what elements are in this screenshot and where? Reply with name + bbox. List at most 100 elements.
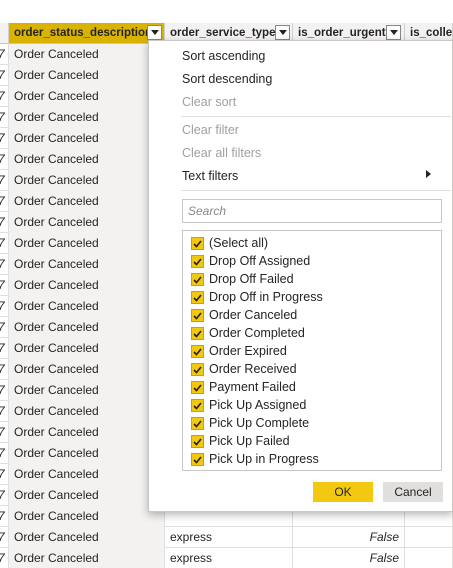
checkmark-icon bbox=[193, 329, 202, 338]
filter-search-input[interactable] bbox=[182, 199, 442, 223]
cell-truncated: 7 bbox=[0, 149, 9, 170]
checkbox[interactable] bbox=[191, 237, 204, 250]
cell-text: Order Canceled bbox=[14, 425, 99, 439]
cell-text: 7 bbox=[0, 152, 5, 166]
column-filter-dropdown-button[interactable] bbox=[275, 25, 290, 40]
cell-text: 7 bbox=[0, 404, 5, 418]
cell-order-status-description: Order Canceled bbox=[9, 191, 165, 212]
checkmark-icon bbox=[193, 257, 202, 266]
checkmark-icon bbox=[193, 239, 202, 248]
cell-truncated: 7 bbox=[0, 275, 9, 296]
cell-text: Order Canceled bbox=[14, 320, 99, 334]
submenu-arrow-icon bbox=[426, 170, 431, 178]
column-filter-dropdown-button[interactable] bbox=[147, 25, 162, 40]
filter-option-label: Order Canceled bbox=[209, 308, 298, 322]
column-header-label: order_status_description bbox=[14, 27, 153, 39]
column-filter-dropdown-button[interactable] bbox=[386, 25, 401, 40]
cell-text: 7 bbox=[0, 257, 5, 271]
filter-option-label: Pick Up Assigned bbox=[209, 398, 307, 412]
clear-filter-menu-item[interactable]: Clear filter bbox=[182, 123, 239, 137]
checkbox[interactable] bbox=[191, 345, 204, 358]
cell-order-status-description: Order Canceled bbox=[9, 359, 165, 380]
filter-values-list[interactable]: (Select all) Drop Off Assigned Drop Off Fa… bbox=[182, 230, 442, 471]
cell-text: 7 bbox=[0, 362, 5, 376]
cell-truncated: 7 bbox=[0, 380, 9, 401]
chevron-down-icon bbox=[389, 30, 398, 35]
checkbox[interactable] bbox=[191, 255, 204, 268]
cell-order-status-description: Order Canceled bbox=[9, 380, 165, 401]
checkbox[interactable] bbox=[191, 399, 204, 412]
cell-text: Order Canceled bbox=[14, 551, 99, 565]
cell-text: 7 bbox=[0, 173, 5, 187]
cell-text: Order Canceled bbox=[14, 131, 99, 145]
checkbox[interactable] bbox=[191, 435, 204, 448]
cell-text: False bbox=[369, 530, 399, 544]
chevron-down-icon bbox=[278, 30, 287, 35]
column-header-label: is_order_urgent bbox=[298, 27, 386, 39]
cell-text: 7 bbox=[0, 110, 5, 124]
checkmark-icon bbox=[193, 347, 202, 356]
clear-all-filters-menu-item[interactable]: Clear all filters bbox=[182, 146, 261, 160]
cell-order-service-type: express bbox=[165, 527, 293, 548]
cell-text: Order Canceled bbox=[14, 110, 99, 124]
column-filter-popup: Sort ascending Sort descending Clear sor… bbox=[148, 40, 453, 512]
cell-text: False bbox=[369, 551, 399, 565]
checkmark-icon bbox=[193, 293, 202, 302]
cell-order-status-description: Order Canceled bbox=[9, 254, 165, 275]
cell-truncated: 7 bbox=[0, 401, 9, 422]
cell-order-status-description: Order Canceled bbox=[9, 443, 165, 464]
cell-is-collect bbox=[405, 527, 453, 548]
text-filters-menu-item[interactable]: Text filters bbox=[182, 169, 238, 183]
cell-text: 7 bbox=[0, 530, 5, 544]
cell-text: Order Canceled bbox=[14, 446, 99, 460]
cell-order-status-description: Order Canceled bbox=[9, 464, 165, 485]
cell-order-status-description: Order Canceled bbox=[9, 548, 165, 568]
checkbox[interactable] bbox=[191, 273, 204, 286]
cell-truncated: 7 bbox=[0, 44, 9, 65]
checkbox[interactable] bbox=[191, 291, 204, 304]
sort-ascending-menu-item[interactable]: Sort ascending bbox=[182, 49, 265, 63]
cell-order-status-description: Order Canceled bbox=[9, 317, 165, 338]
cell-text: 7 bbox=[0, 215, 5, 229]
cell-truncated: 7 bbox=[0, 296, 9, 317]
column-header-truncated[interactable] bbox=[0, 23, 9, 44]
cell-text: 7 bbox=[0, 488, 5, 502]
cell-truncated: 7 bbox=[0, 86, 9, 107]
ok-button[interactable]: OK bbox=[313, 482, 373, 502]
cell-order-status-description: Order Canceled bbox=[9, 422, 165, 443]
clear-sort-menu-item[interactable]: Clear sort bbox=[182, 95, 236, 109]
cell-truncated: 7 bbox=[0, 233, 9, 254]
cell-order-status-description: Order Canceled bbox=[9, 65, 165, 86]
cell-order-status-description: Order Canceled bbox=[9, 401, 165, 422]
cell-text: 7 bbox=[0, 131, 5, 145]
cell-text: 7 bbox=[0, 89, 5, 103]
cell-order-status-description: Order Canceled bbox=[9, 170, 165, 191]
cell-text: 7 bbox=[0, 341, 5, 355]
sort-descending-menu-item[interactable]: Sort descending bbox=[182, 72, 272, 86]
cell-text: Order Canceled bbox=[14, 173, 99, 187]
checkbox[interactable] bbox=[191, 363, 204, 376]
cell-text: express bbox=[170, 551, 213, 565]
cell-order-status-description: Order Canceled bbox=[9, 212, 165, 233]
cell-text: 7 bbox=[0, 47, 5, 61]
checkbox[interactable] bbox=[191, 453, 204, 466]
cell-order-status-description: Order Canceled bbox=[9, 506, 165, 527]
cell-truncated: 7 bbox=[0, 359, 9, 380]
cell-text: Order Canceled bbox=[14, 194, 99, 208]
cell-truncated: 7 bbox=[0, 170, 9, 191]
cell-order-status-description: Order Canceled bbox=[9, 275, 165, 296]
checkmark-icon bbox=[193, 383, 202, 392]
checkbox[interactable] bbox=[191, 327, 204, 340]
cell-text: Order Canceled bbox=[14, 530, 99, 544]
cell-text: Order Canceled bbox=[14, 299, 99, 313]
cell-truncated: 7 bbox=[0, 485, 9, 506]
cell-truncated: 7 bbox=[0, 527, 9, 548]
checkbox[interactable] bbox=[191, 417, 204, 430]
checkbox[interactable] bbox=[191, 309, 204, 322]
checkmark-icon bbox=[193, 419, 202, 428]
column-header-order-status-description[interactable]: order_status_description bbox=[9, 23, 165, 44]
checkbox[interactable] bbox=[191, 381, 204, 394]
cell-order-status-description: Order Canceled bbox=[9, 107, 165, 128]
cancel-button[interactable]: Cancel bbox=[383, 482, 443, 502]
cell-order-status-description: Order Canceled bbox=[9, 128, 165, 149]
